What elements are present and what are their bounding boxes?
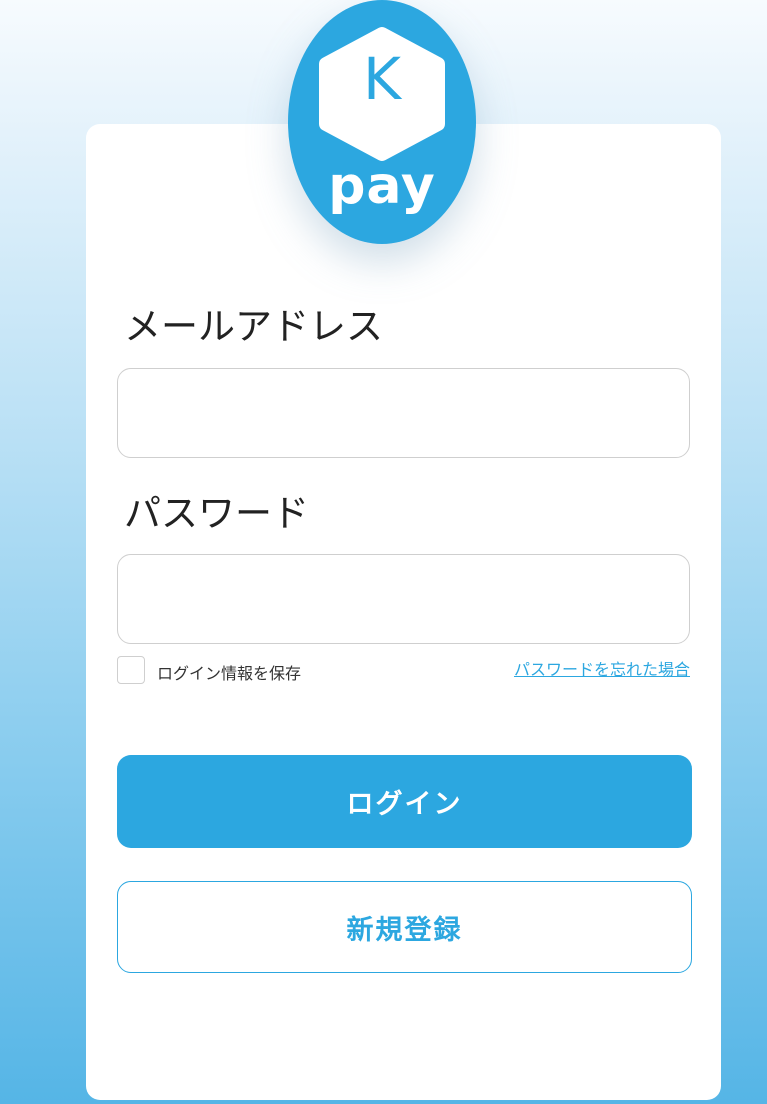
remember-login-checkbox[interactable]	[117, 656, 145, 684]
forgot-password-link[interactable]: パスワードを忘れた場合	[514, 656, 690, 680]
register-button[interactable]: 新規登録	[117, 881, 692, 973]
kpay-logo-icon: K pay	[288, 0, 476, 244]
remember-login-label: ログイン情報を保存	[157, 664, 302, 683]
email-label: メールアドレス	[124, 305, 383, 348]
logo-letter: K	[362, 45, 402, 113]
password-label: パスワード	[124, 492, 309, 535]
logo-wordmark: pay	[328, 156, 436, 216]
login-button[interactable]: ログイン	[117, 755, 692, 848]
password-field[interactable]	[117, 554, 690, 644]
email-field[interactable]	[117, 368, 690, 458]
